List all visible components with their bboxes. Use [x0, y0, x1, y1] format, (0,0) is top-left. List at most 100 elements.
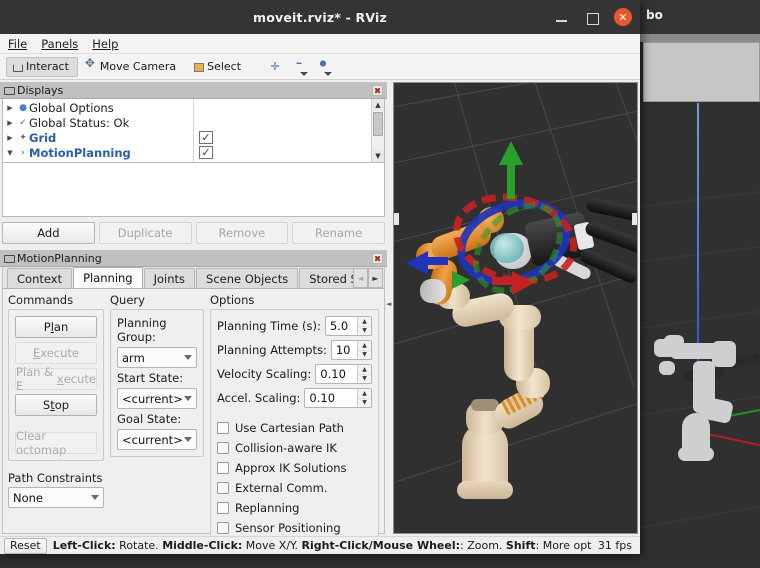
viewport-left-handle[interactable]: [394, 213, 399, 225]
close-button[interactable]: ✕: [614, 8, 632, 26]
scrollbar-thumb[interactable]: [373, 112, 383, 136]
display-item-motionplanning[interactable]: ▼ › MotionPlanning ✓: [3, 145, 371, 160]
display-item-grid[interactable]: ▶ ✦ Grid ✓: [3, 130, 371, 145]
maximize-button[interactable]: [584, 9, 600, 25]
execute-button[interactable]: Execute: [15, 342, 97, 364]
rename-button[interactable]: Rename: [292, 222, 385, 244]
background-viewport[interactable]: [640, 103, 760, 568]
menu-file[interactable]: File: [8, 37, 27, 51]
display-enabled-checkbox[interactable]: ✓: [199, 131, 213, 144]
background-rviz-window[interactable]: bo: [640, 0, 760, 568]
duplicate-button[interactable]: Duplicate: [98, 222, 192, 244]
reset-button[interactable]: Reset: [4, 537, 47, 554]
marker-arrow-z-shaft[interactable]: [507, 161, 515, 199]
checkbox-icon[interactable]: [217, 442, 229, 454]
tab-scroll-right-icon[interactable]: ►: [368, 268, 383, 288]
checkbox-icon[interactable]: [217, 422, 229, 434]
planning-attempts-value[interactable]: 10: [332, 341, 357, 359]
spinner-up-icon[interactable]: ▲: [358, 365, 371, 375]
checkbox-approx-ik-solutions[interactable]: Approx IK Solutions: [217, 460, 372, 476]
planning-time-value[interactable]: 5.0: [326, 317, 357, 335]
checkbox-external-comm[interactable]: External Comm.: [217, 480, 372, 496]
displays-tree[interactable]: ▶ ● Global Options ▶ ✓ Global Status: Ok…: [2, 99, 385, 163]
clear-octomap-button[interactable]: Clear octomap: [15, 429, 97, 457]
path-constraints-group: Path Constraints None: [8, 471, 104, 508]
motionplanning-close-icon[interactable]: [372, 253, 383, 264]
viewport-right-handle[interactable]: [632, 213, 637, 225]
marker-arrow-x-shaft[interactable]: [492, 277, 514, 285]
tab-stored-scenes[interactable]: Stored Sc: [299, 268, 362, 288]
motionplanning-bullet-icon: ›: [21, 147, 25, 158]
marker-arrow-green-small[interactable]: [452, 271, 470, 289]
focus-camera-icon[interactable]: [264, 57, 286, 77]
marker-center-sphere[interactable]: [490, 233, 524, 263]
checkbox-icon[interactable]: [217, 462, 229, 474]
velocity-scaling-spinner[interactable]: 0.10 ▲ ▼: [315, 364, 372, 384]
tab-scroll-left-icon[interactable]: ◄: [353, 268, 368, 288]
chevron-down-icon[interactable]: ▼: [3, 149, 17, 157]
spinner-down-icon[interactable]: ▼: [358, 351, 371, 360]
checkbox-use-cartesian-path[interactable]: Use Cartesian Path: [217, 420, 372, 436]
checkbox-collision-aware-ik[interactable]: Collision-aware IK: [217, 440, 372, 456]
scroll-down-icon[interactable]: ▼: [372, 150, 384, 162]
marker-arrow-y-head[interactable]: [406, 251, 428, 275]
planning-time-spinner[interactable]: 5.0 ▲ ▼: [324, 316, 372, 336]
tool-move-camera[interactable]: Move Camera: [80, 57, 185, 77]
accel-scaling-value[interactable]: 0.10: [305, 389, 357, 407]
display-enabled-checkbox[interactable]: ✓: [199, 146, 213, 159]
display-item-global-options[interactable]: ▶ ● Global Options: [3, 100, 371, 115]
displays-close-icon[interactable]: [372, 85, 383, 96]
displays-scrollbar[interactable]: ▲ ▼: [371, 99, 384, 162]
marker-arrow-y-shaft[interactable]: [426, 257, 448, 265]
marker-arrow-z-head[interactable]: [499, 141, 523, 165]
goal-state-combo[interactable]: <current>: [117, 429, 197, 450]
tool-interact[interactable]: Interact: [6, 56, 78, 77]
menu-help[interactable]: Help: [92, 37, 118, 51]
tab-scene-objects[interactable]: Scene Objects: [196, 268, 299, 288]
mouse-hint-text: Left-Click: Rotate. Middle-Click: Move X…: [53, 539, 592, 552]
accel-scaling-spinner[interactable]: 0.10 ▲ ▼: [304, 388, 372, 408]
path-constraints-combo[interactable]: None: [8, 487, 104, 508]
start-state-combo[interactable]: <current>: [117, 388, 197, 409]
measure-icon[interactable]: [288, 57, 310, 77]
chevron-right-icon[interactable]: ▶: [3, 119, 17, 127]
velocity-scaling-value[interactable]: 0.10: [316, 365, 357, 383]
splitter-grip-icon[interactable]: [386, 299, 392, 317]
menu-panels[interactable]: Panels: [41, 37, 78, 51]
checkbox-sensor-positioning[interactable]: Sensor Positioning: [217, 520, 372, 536]
3d-viewport[interactable]: [393, 82, 638, 534]
planning-attempts-spinner[interactable]: 10 ▲ ▼: [330, 340, 372, 360]
window-titlebar[interactable]: moveit.rviz* - RViz ✕: [0, 0, 640, 34]
minimize-button[interactable]: [554, 9, 570, 25]
displays-dock-header[interactable]: Displays: [0, 82, 387, 99]
chevron-right-icon[interactable]: ▶: [3, 134, 17, 142]
tab-context[interactable]: Context: [7, 268, 73, 288]
display-item-global-status[interactable]: ▶ ✓ Global Status: Ok: [3, 115, 371, 130]
commands-group: Commands Pl an Execute Plan & Ex ecute Sto…: [8, 293, 104, 528]
displays-property-area[interactable]: [2, 163, 385, 217]
scroll-up-icon[interactable]: ▲: [372, 99, 384, 111]
checkbox-icon[interactable]: [217, 502, 229, 514]
spinner-down-icon[interactable]: ▼: [358, 327, 371, 336]
tool-select[interactable]: Select: [187, 57, 250, 77]
checkbox-icon[interactable]: [217, 522, 229, 534]
stop-button[interactable]: St op: [15, 394, 97, 416]
remove-button[interactable]: Remove: [195, 222, 289, 244]
plan-button[interactable]: Pl an: [15, 316, 97, 338]
spinner-up-icon[interactable]: ▲: [358, 317, 371, 327]
spinner-down-icon[interactable]: ▼: [358, 399, 371, 408]
motionplanning-dock-header[interactable]: MotionPlanning: [0, 250, 387, 267]
publish-point-icon[interactable]: [312, 57, 334, 77]
checkbox-replanning[interactable]: Replanning: [217, 500, 372, 516]
marker-arrow-x-head[interactable]: [512, 271, 534, 295]
plan-and-execute-button[interactable]: Plan & Ex ecute: [15, 365, 97, 393]
chevron-right-icon[interactable]: ▶: [3, 104, 17, 112]
spinner-down-icon[interactable]: ▼: [358, 375, 371, 384]
planning-group-combo[interactable]: arm: [117, 347, 197, 368]
spinner-up-icon[interactable]: ▲: [358, 389, 371, 399]
tab-joints[interactable]: Joints: [143, 268, 196, 288]
tab-planning[interactable]: Planning: [73, 267, 143, 288]
add-button[interactable]: Add: [2, 222, 95, 244]
spinner-up-icon[interactable]: ▲: [358, 341, 371, 351]
checkbox-icon[interactable]: [217, 482, 229, 494]
